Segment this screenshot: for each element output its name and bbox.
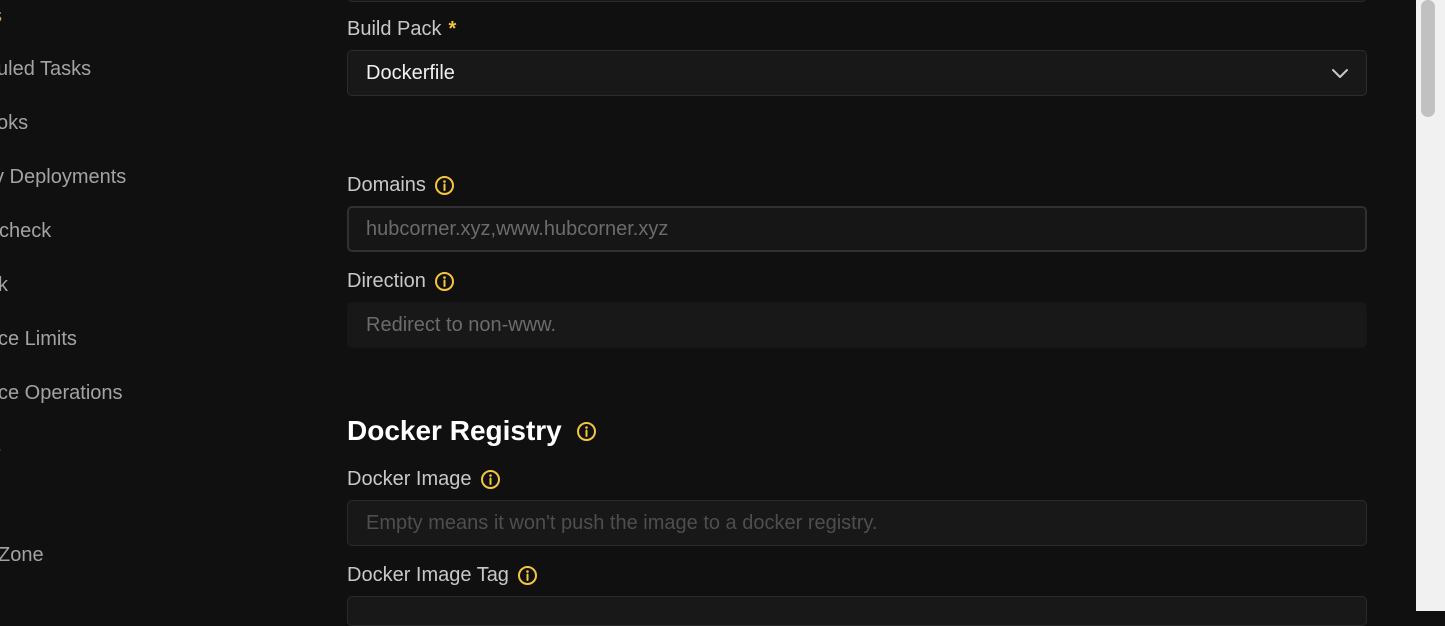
domains-input[interactable]: hubcorner.xyz,www.hubcorner.xyz: [347, 206, 1367, 252]
main-content: Build Pack * Dockerfile Domains hubcorne…: [347, 0, 1369, 626]
direction-field[interactable]: Redirect to non-www.: [347, 302, 1367, 348]
info-icon[interactable]: [434, 271, 455, 292]
info-icon[interactable]: [480, 469, 501, 490]
sidebar-item-links[interactable]: s: [0, 2, 2, 30]
sidebar-item-preview-deployments[interactable]: v Deployments: [0, 163, 126, 191]
build-pack-label: Build Pack: [347, 17, 442, 40]
direction-value: Redirect to non-www.: [366, 314, 557, 336]
sidebar-item-webhooks[interactable]: oks: [0, 109, 28, 137]
previous-field[interactable]: [347, 0, 1367, 2]
docker-image-tag-label-row: Docker Image Tag: [347, 562, 538, 588]
docker-image-label: Docker Image: [347, 467, 472, 490]
build-pack-value: Dockerfile: [366, 62, 455, 84]
sidebar-item-resource-limits[interactable]: ce Limits: [0, 325, 77, 353]
docker-image-label-row: Docker Image: [347, 466, 501, 492]
docker-registry-heading: Docker Registry: [347, 414, 597, 448]
docker-registry-title: Docker Registry: [347, 415, 562, 446]
domains-value: hubcorner.xyz,www.hubcorner.xyz: [366, 218, 669, 240]
docker-image-placeholder: Empty means it won't push the image to a…: [366, 512, 878, 534]
chevron-down-icon: [1332, 69, 1348, 78]
domains-label-row: Domains: [347, 172, 455, 198]
build-pack-select[interactable]: Dockerfile: [347, 50, 1367, 96]
required-asterisk: *: [448, 17, 457, 40]
build-pack-label-row: Build Pack *: [347, 16, 456, 42]
domains-label: Domains: [347, 173, 426, 196]
sidebar-item-scheduled-tasks[interactable]: uled Tasks: [0, 55, 91, 83]
sidebar-item-rollback[interactable]: k: [0, 271, 8, 299]
info-icon[interactable]: [576, 421, 597, 442]
sidebar-item-resource-operations[interactable]: ce Operations: [0, 379, 123, 407]
direction-label-row: Direction: [347, 268, 455, 294]
info-icon[interactable]: [434, 175, 455, 196]
sidebar-item-healthcheck[interactable]: check: [0, 217, 51, 245]
sidebar: s uled Tasks oks v Deployments check k c…: [0, 0, 300, 611]
sidebar-item-danger-zone[interactable]: Zone: [0, 541, 44, 569]
sidebar-item-metrics[interactable]: s: [0, 433, 1, 461]
docker-image-tag-input[interactable]: [347, 596, 1367, 626]
docker-image-input[interactable]: Empty means it won't push the image to a…: [347, 500, 1367, 546]
info-icon[interactable]: [517, 565, 538, 586]
docker-image-tag-label: Docker Image Tag: [347, 563, 509, 586]
direction-label: Direction: [347, 269, 426, 292]
scrollbar-thumb[interactable]: [1421, 0, 1435, 117]
